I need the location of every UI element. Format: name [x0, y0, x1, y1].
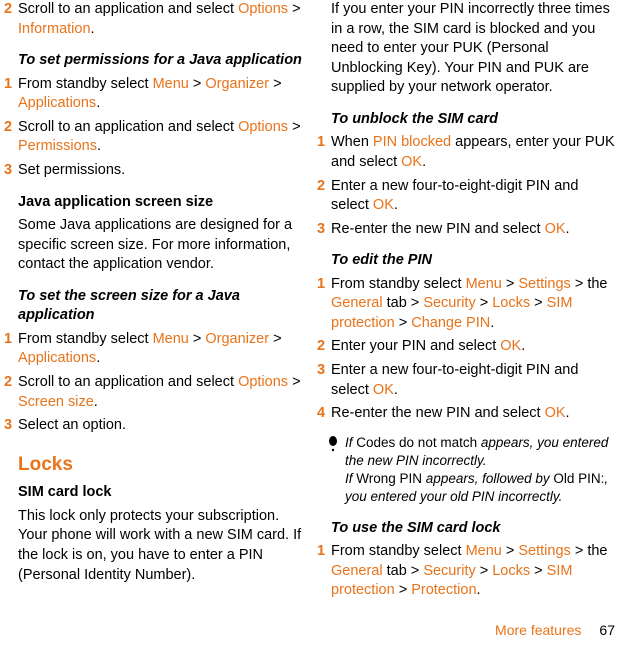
step-text: Re-enter the new PIN and select OK. [331, 220, 616, 240]
step-text: Enter a new four-to-eight-digit PIN and … [331, 177, 616, 216]
step-text: From standby select Menu > Organizer > A… [18, 75, 303, 114]
step-text: Enter your PIN and select OK. [331, 337, 616, 357]
step-number: 3 [317, 361, 331, 400]
list-item: 1 When PIN blocked appears, enter your P… [331, 133, 616, 172]
note-box: If Codes do not match appears, you enter… [331, 434, 616, 507]
list-item: 1 From standby select Menu > Organizer >… [18, 330, 303, 369]
list-item: 1 From standby select Menu > Organizer >… [18, 75, 303, 114]
step-text: Scroll to an application and select Opti… [18, 118, 303, 157]
step-number: 3 [4, 416, 18, 436]
step-number: 1 [4, 75, 18, 114]
subheading: Java application screen size [18, 193, 303, 213]
step-number: 2 [317, 337, 331, 357]
heading-procedure: To use the SIM card lock [331, 519, 616, 539]
left-column: 2 Scroll to an application and select Op… [18, 0, 303, 605]
step-number: 1 [317, 275, 331, 334]
heading-procedure: To set the screen size for a Java applic… [18, 287, 303, 326]
step-number: 2 [317, 177, 331, 216]
step-text: Select an option. [18, 416, 303, 436]
step-text: Enter a new four-to-eight-digit PIN and … [331, 361, 616, 400]
step-text: Re-enter the new PIN and select OK. [331, 404, 616, 424]
step-number: 1 [317, 542, 331, 601]
step-text: From standby select Menu > Settings > th… [331, 542, 616, 601]
heading-procedure: To set permissions for a Java applicatio… [18, 51, 303, 71]
footer-section: More features [495, 622, 581, 638]
page-number: 67 [599, 622, 615, 638]
list-item: 3 Enter a new four-to-eight-digit PIN an… [331, 361, 616, 400]
step-number: 1 [317, 133, 331, 172]
paragraph: This lock only protects your subscriptio… [18, 507, 303, 585]
step-text: When PIN blocked appears, enter your PUK… [331, 133, 616, 172]
list-item: 2 Enter your PIN and select OK. [331, 337, 616, 357]
list-item: 1 From standby select Menu > Settings > … [331, 275, 616, 334]
step-number: 2 [4, 373, 18, 412]
list-item: 2 Scroll to an application and select Op… [18, 118, 303, 157]
step-text: From standby select Menu > Settings > th… [331, 275, 616, 334]
info-icon [327, 434, 345, 507]
step-number: 2 [4, 118, 18, 157]
step-number: 3 [317, 220, 331, 240]
section-heading: Locks [18, 452, 303, 478]
step-text: From standby select Menu > Organizer > A… [18, 330, 303, 369]
step-number: 3 [4, 161, 18, 181]
list-item: 2 Scroll to an application and select Op… [18, 373, 303, 412]
step-number: 4 [317, 404, 331, 424]
heading-procedure: To edit the PIN [331, 251, 616, 271]
heading-procedure: To unblock the SIM card [331, 110, 616, 130]
paragraph: If you enter your PIN incorrectly three … [331, 0, 616, 98]
list-item: 3 Select an option. [18, 416, 303, 436]
step-number: 2 [4, 0, 18, 39]
subheading: SIM card lock [18, 483, 303, 503]
list-item: 2 Enter a new four-to-eight-digit PIN an… [331, 177, 616, 216]
list-item: 2 Scroll to an application and select Op… [18, 0, 303, 39]
list-item: 3 Re-enter the new PIN and select OK. [331, 220, 616, 240]
step-number: 1 [4, 330, 18, 369]
page-footer: More features 67 [495, 622, 615, 638]
note-text: If Codes do not match appears, you enter… [345, 434, 616, 507]
paragraph: Some Java applications are designed for … [18, 216, 303, 275]
step-text: Scroll to an application and select Opti… [18, 0, 303, 39]
right-column: If you enter your PIN incorrectly three … [331, 0, 616, 605]
list-item: 4 Re-enter the new PIN and select OK. [331, 404, 616, 424]
list-item: 1 From standby select Menu > Settings > … [331, 542, 616, 601]
step-text: Set permissions. [18, 161, 303, 181]
list-item: 3 Set permissions. [18, 161, 303, 181]
step-text: Scroll to an application and select Opti… [18, 373, 303, 412]
